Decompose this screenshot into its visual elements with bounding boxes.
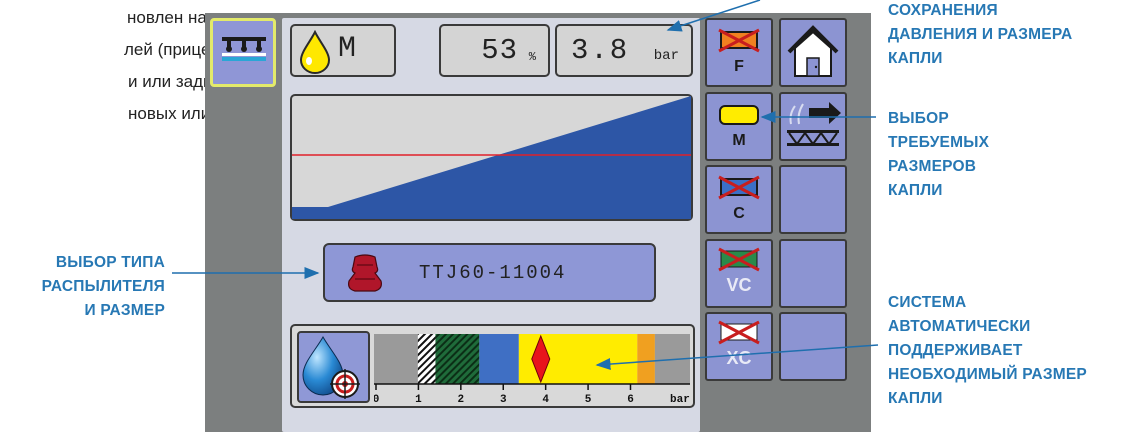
controller-screen: M 53 % 3.8 bar TTJ60-11004 0 1 2 3 4 5 6…	[205, 13, 871, 432]
callout-droplet-line-3: РАЗМЕРОВ	[888, 158, 977, 175]
scale-tick-label-4: 4	[542, 394, 549, 404]
scale-tick-label-0: 0	[374, 394, 379, 404]
scale-band-3	[479, 334, 519, 384]
callout-auto-line-1: СИСТЕМА	[888, 294, 967, 311]
percent-unit: %	[528, 50, 536, 64]
callout-auto-line-4: НЕОБХОДИМЫЙ РАЗМЕР	[888, 366, 1087, 383]
scale-tick-label-7: bar	[670, 394, 690, 404]
callout-auto-line-5: КАПЛИ	[888, 390, 943, 407]
droplet-button-vc[interactable]: VC	[705, 239, 773, 308]
droplet-button-m[interactable]: M	[705, 92, 773, 161]
droplet-button-c[interactable]: C	[705, 165, 773, 234]
scale-tick-label-5: 5	[585, 394, 592, 404]
callout-auto-system: СИСТЕМА АВТОМАТИЧЕСКИ ПОДДЕРЖИВАЕТ НЕОБХ…	[888, 291, 1087, 411]
droplet-size-letter: M	[338, 32, 357, 66]
left-strip	[205, 13, 280, 432]
percent-display: 53 %	[439, 24, 550, 77]
percent-value: 53	[481, 34, 518, 67]
droplet-scale-panel: 0 1 2 3 4 5 6 bar	[290, 324, 695, 408]
tip-name: TTJ60-11004	[419, 262, 567, 284]
droplet-vc-label: VC	[726, 275, 752, 295]
scale-tick-label-1: 1	[415, 394, 422, 404]
nozzle-tip-icon	[348, 254, 382, 292]
pressure-unit: bar	[653, 48, 679, 64]
callout-auto-line-3: ПОДДЕРЖИВАЕТ	[888, 342, 1023, 359]
callout-auto-line-2: АВТОМАТИЧЕСКИ	[888, 318, 1031, 335]
callout-droplet-line-4: КАПЛИ	[888, 182, 943, 199]
callout-save-line-3: КАПЛИ	[888, 50, 943, 67]
droplet-m-label: M	[732, 132, 746, 149]
boom-arrow-icon	[787, 102, 841, 146]
callout-save-line-2: ДАВЛЕНИЯ И РАЗМЕРА	[888, 26, 1073, 43]
droplet-vc-crossed-icon	[718, 247, 760, 272]
callout-droplet-line-1: ВЫБОР	[888, 110, 949, 127]
empty-button-4[interactable]	[779, 239, 847, 308]
droplet-target-icon	[302, 335, 360, 399]
pressure-value: 3.8	[571, 34, 630, 67]
pressure-display: 3.8 bar	[555, 24, 693, 77]
droplet-icon	[299, 30, 331, 74]
callout-tip-line-2: РАСПЫЛИТЕЛЯ	[41, 278, 165, 295]
boom-button[interactable]	[779, 92, 847, 161]
nozzle-mode-button[interactable]	[210, 18, 276, 87]
callout-droplet-line-2: ТРЕБУЕМЫХ	[888, 134, 990, 151]
callout-save-line-1: СОХРАНЕНИЯ	[888, 2, 998, 19]
callout-tip-line-1: ВЫБОР ТИПА	[55, 254, 165, 271]
home-button[interactable]	[779, 18, 847, 87]
scale-tick-label-6: 6	[627, 394, 634, 404]
main-panel: M 53 % 3.8 bar TTJ60-11004 0 1 2 3 4 5 6…	[282, 18, 700, 432]
home-icon	[787, 25, 839, 77]
droplet-f-label: F	[734, 58, 744, 75]
tip-select-button[interactable]: TTJ60-11004	[323, 243, 656, 302]
callout-save: СОХРАНЕНИЯ ДАВЛЕНИЯ И РАЗМЕРА КАПЛИ	[888, 0, 1072, 71]
intro-line-1: новлен на	[127, 8, 207, 27]
scale-band-1	[417, 334, 436, 384]
scale-band-6	[654, 334, 690, 384]
intro-line-4: новых или	[128, 104, 211, 123]
scale-band-2	[435, 334, 480, 384]
pressure-graph	[290, 94, 693, 221]
auto-droplet-button[interactable]	[297, 331, 370, 403]
callout-droplet-select: ВЫБОР ТРЕБУЕМЫХ РАЗМЕРОВ КАПЛИ	[888, 107, 989, 203]
droplet-xc-crossed-icon	[718, 320, 760, 345]
nozzle-boom-icon	[222, 37, 266, 61]
scale-band-5	[637, 334, 655, 384]
callout-tip-line-3: И РАЗМЕР	[84, 302, 165, 319]
droplet-size-display[interactable]: M	[290, 24, 396, 77]
scale-tick-label-2: 2	[458, 394, 465, 404]
droplet-button-f[interactable]: F	[705, 18, 773, 87]
empty-button-5[interactable]	[779, 312, 847, 381]
scale-tick-label-3: 3	[500, 394, 507, 404]
empty-button-3[interactable]	[779, 165, 847, 234]
callout-tip-select: ВЫБОР ТИПА РАСПЫЛИТЕЛЯ И РАЗМЕР	[41, 251, 165, 323]
droplet-xc-label: XC	[726, 348, 752, 368]
droplet-button-xc[interactable]: XC	[705, 312, 773, 381]
droplet-c-label: C	[733, 205, 745, 222]
scale-band-0	[374, 334, 418, 384]
graph-fill-area	[292, 96, 691, 219]
droplet-scale: 0 1 2 3 4 5 6 bar	[374, 334, 690, 404]
